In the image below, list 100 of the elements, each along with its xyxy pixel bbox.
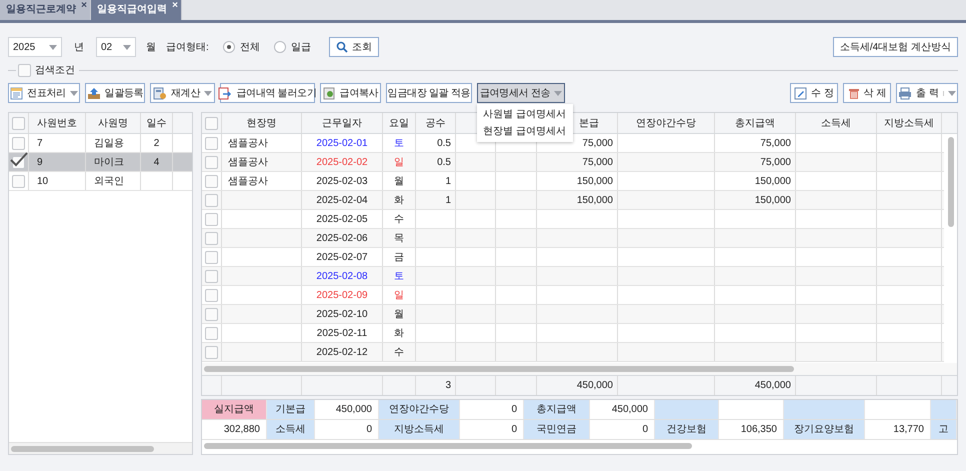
toolbar-button[interactable]: 수 정 <box>790 83 838 103</box>
month-select[interactable]: 02 <box>96 37 136 57</box>
total-cell-text: 450,000 <box>576 379 613 393</box>
table-cell-text: 2025-02-12 <box>316 346 368 360</box>
table-cell-text: 샘플공사 <box>228 136 268 150</box>
summary-cell: 소득세 <box>267 420 315 439</box>
toolbar-button[interactable]: 임금대장 일괄 적용 <box>386 83 472 103</box>
scrollbar[interactable] <box>204 443 692 449</box>
calc-method-button[interactable]: 소득세/4대보험 계산방식 <box>832 37 958 57</box>
table-cell-text: 2025-02-09 <box>316 288 368 302</box>
year-select[interactable]: 2025 <box>8 37 62 57</box>
table-cell-text: 9 <box>37 156 43 170</box>
table-cell-text: 150,000 <box>754 174 791 188</box>
table-cell-text: 2 <box>154 136 160 150</box>
table-cell-text: 2025-02-06 <box>316 232 368 246</box>
checkbox[interactable] <box>205 174 218 188</box>
table-cell-text: 150,000 <box>576 174 613 188</box>
checkbox[interactable] <box>205 212 218 226</box>
table-cell-text: 1 <box>445 194 451 208</box>
checkbox[interactable] <box>12 174 25 188</box>
menu-item[interactable]: 현장별 급여명세서 <box>477 123 573 140</box>
total-cell-text: 3 <box>445 379 451 393</box>
checkbox[interactable] <box>205 270 218 282</box>
checkbox[interactable] <box>205 116 218 130</box>
table-cell-text: 1 <box>445 174 451 188</box>
scrollbar[interactable] <box>204 366 794 372</box>
column-header: 요일 <box>389 116 409 130</box>
table-cell-text: 수 <box>394 212 404 226</box>
table-cell-text: 150,000 <box>576 194 613 208</box>
column-header: 사원명 <box>86 113 141 133</box>
table-cell-text: 2025-02-07 <box>316 250 368 264</box>
column-header: 소득세 <box>821 116 851 130</box>
table-cell-text: 금 <box>394 250 404 264</box>
table-cell-text: 수 <box>394 346 404 360</box>
year-label: 년 <box>74 40 84 54</box>
column-header: 지방소득세 <box>884 116 934 130</box>
employee-row[interactable]: 9 마이크 4 <box>9 153 192 172</box>
scrollbar[interactable] <box>11 446 154 452</box>
table-cell-text: 2025-02-04 <box>316 194 368 208</box>
table-cell-text: 목 <box>394 232 404 246</box>
table-cell-text: 0.5 <box>437 136 451 150</box>
column-header: 현장명 <box>246 116 276 130</box>
toolbar-button[interactable]: 삭 제 <box>843 83 891 103</box>
menu-item[interactable]: 사원별 급여명세서 <box>477 106 573 123</box>
scrollbar[interactable] <box>948 137 954 227</box>
summary-cell: 기본급 <box>267 400 315 419</box>
trash-icon <box>848 86 860 100</box>
summary-cell: 총지급액 <box>524 400 590 419</box>
toolbar-button[interactable]: 일괄등록 <box>85 83 145 103</box>
column-header: 근무일자 <box>322 116 362 130</box>
table-cell-text: 4 <box>154 156 160 170</box>
toolbar-button[interactable]: 출 력 <box>896 83 958 103</box>
employee-row[interactable]: 7 김일용 2 <box>9 134 192 153</box>
column-header: 총지급액 <box>735 116 775 130</box>
radio-label: 일급 <box>290 40 311 54</box>
toolbar-button[interactable]: 급여복사 <box>320 83 381 103</box>
close-icon[interactable]: × <box>81 0 87 13</box>
checkbox[interactable] <box>12 116 25 130</box>
checkbox[interactable] <box>205 136 218 150</box>
column-header: 사원번호 <box>29 113 86 133</box>
checkbox[interactable] <box>12 136 25 150</box>
toolbar-button[interactable]: 전표처리 <box>8 83 80 103</box>
table-cell-text: 2025-02-02 <box>316 156 368 170</box>
checkbox[interactable] <box>18 64 31 76</box>
summary-cell: 지방소득세 <box>379 420 460 439</box>
checkbox[interactable] <box>205 156 218 168</box>
table-cell-text: 일 <box>394 288 404 302</box>
column-header: 공수 <box>426 116 446 130</box>
table-cell-text: 2025-02-01 <box>316 136 368 150</box>
radio-button[interactable] <box>274 41 286 53</box>
checkbox[interactable] <box>205 232 218 244</box>
document-icon <box>10 86 24 100</box>
column-header: 본급 <box>579 116 599 130</box>
table-cell-text: 2025-02-03 <box>316 174 368 188</box>
checkbox[interactable] <box>205 308 218 320</box>
table-cell-text: 월 <box>394 174 404 188</box>
tab[interactable]: 일용직급여입력 × <box>91 0 182 20</box>
checkbox[interactable] <box>205 288 218 302</box>
toolbar-button[interactable]: 급여명세서 전송 <box>477 83 565 103</box>
radio-button[interactable] <box>222 41 235 53</box>
edit-icon <box>794 86 808 100</box>
search-icon <box>336 41 348 53</box>
total-cell-text: 450,000 <box>754 379 791 393</box>
summary-cell: 건강보험 <box>655 420 719 439</box>
printer-icon <box>898 86 912 100</box>
toolbar-button[interactable]: 급여내역 불러오기 <box>220 83 315 103</box>
checkbox[interactable] <box>205 250 218 264</box>
summary-cell: 고 <box>931 420 957 439</box>
table-cell-text: 외국인 <box>94 174 124 188</box>
checkbox[interactable] <box>205 326 218 340</box>
search-button[interactable]: 조회 <box>328 37 379 57</box>
radio-label: 전체 <box>240 40 260 54</box>
tab[interactable]: 일용직근로계약 × <box>0 0 91 20</box>
checkbox[interactable] <box>205 346 218 358</box>
table-cell-text: 75,000 <box>582 136 613 150</box>
close-icon[interactable]: × <box>172 0 178 13</box>
toolbar-button[interactable]: 재계산 <box>150 83 215 103</box>
employee-row[interactable]: 10 외국인 <box>9 172 192 191</box>
checkbox[interactable] <box>205 194 218 206</box>
table-cell-text: 샘플공사 <box>228 174 268 188</box>
